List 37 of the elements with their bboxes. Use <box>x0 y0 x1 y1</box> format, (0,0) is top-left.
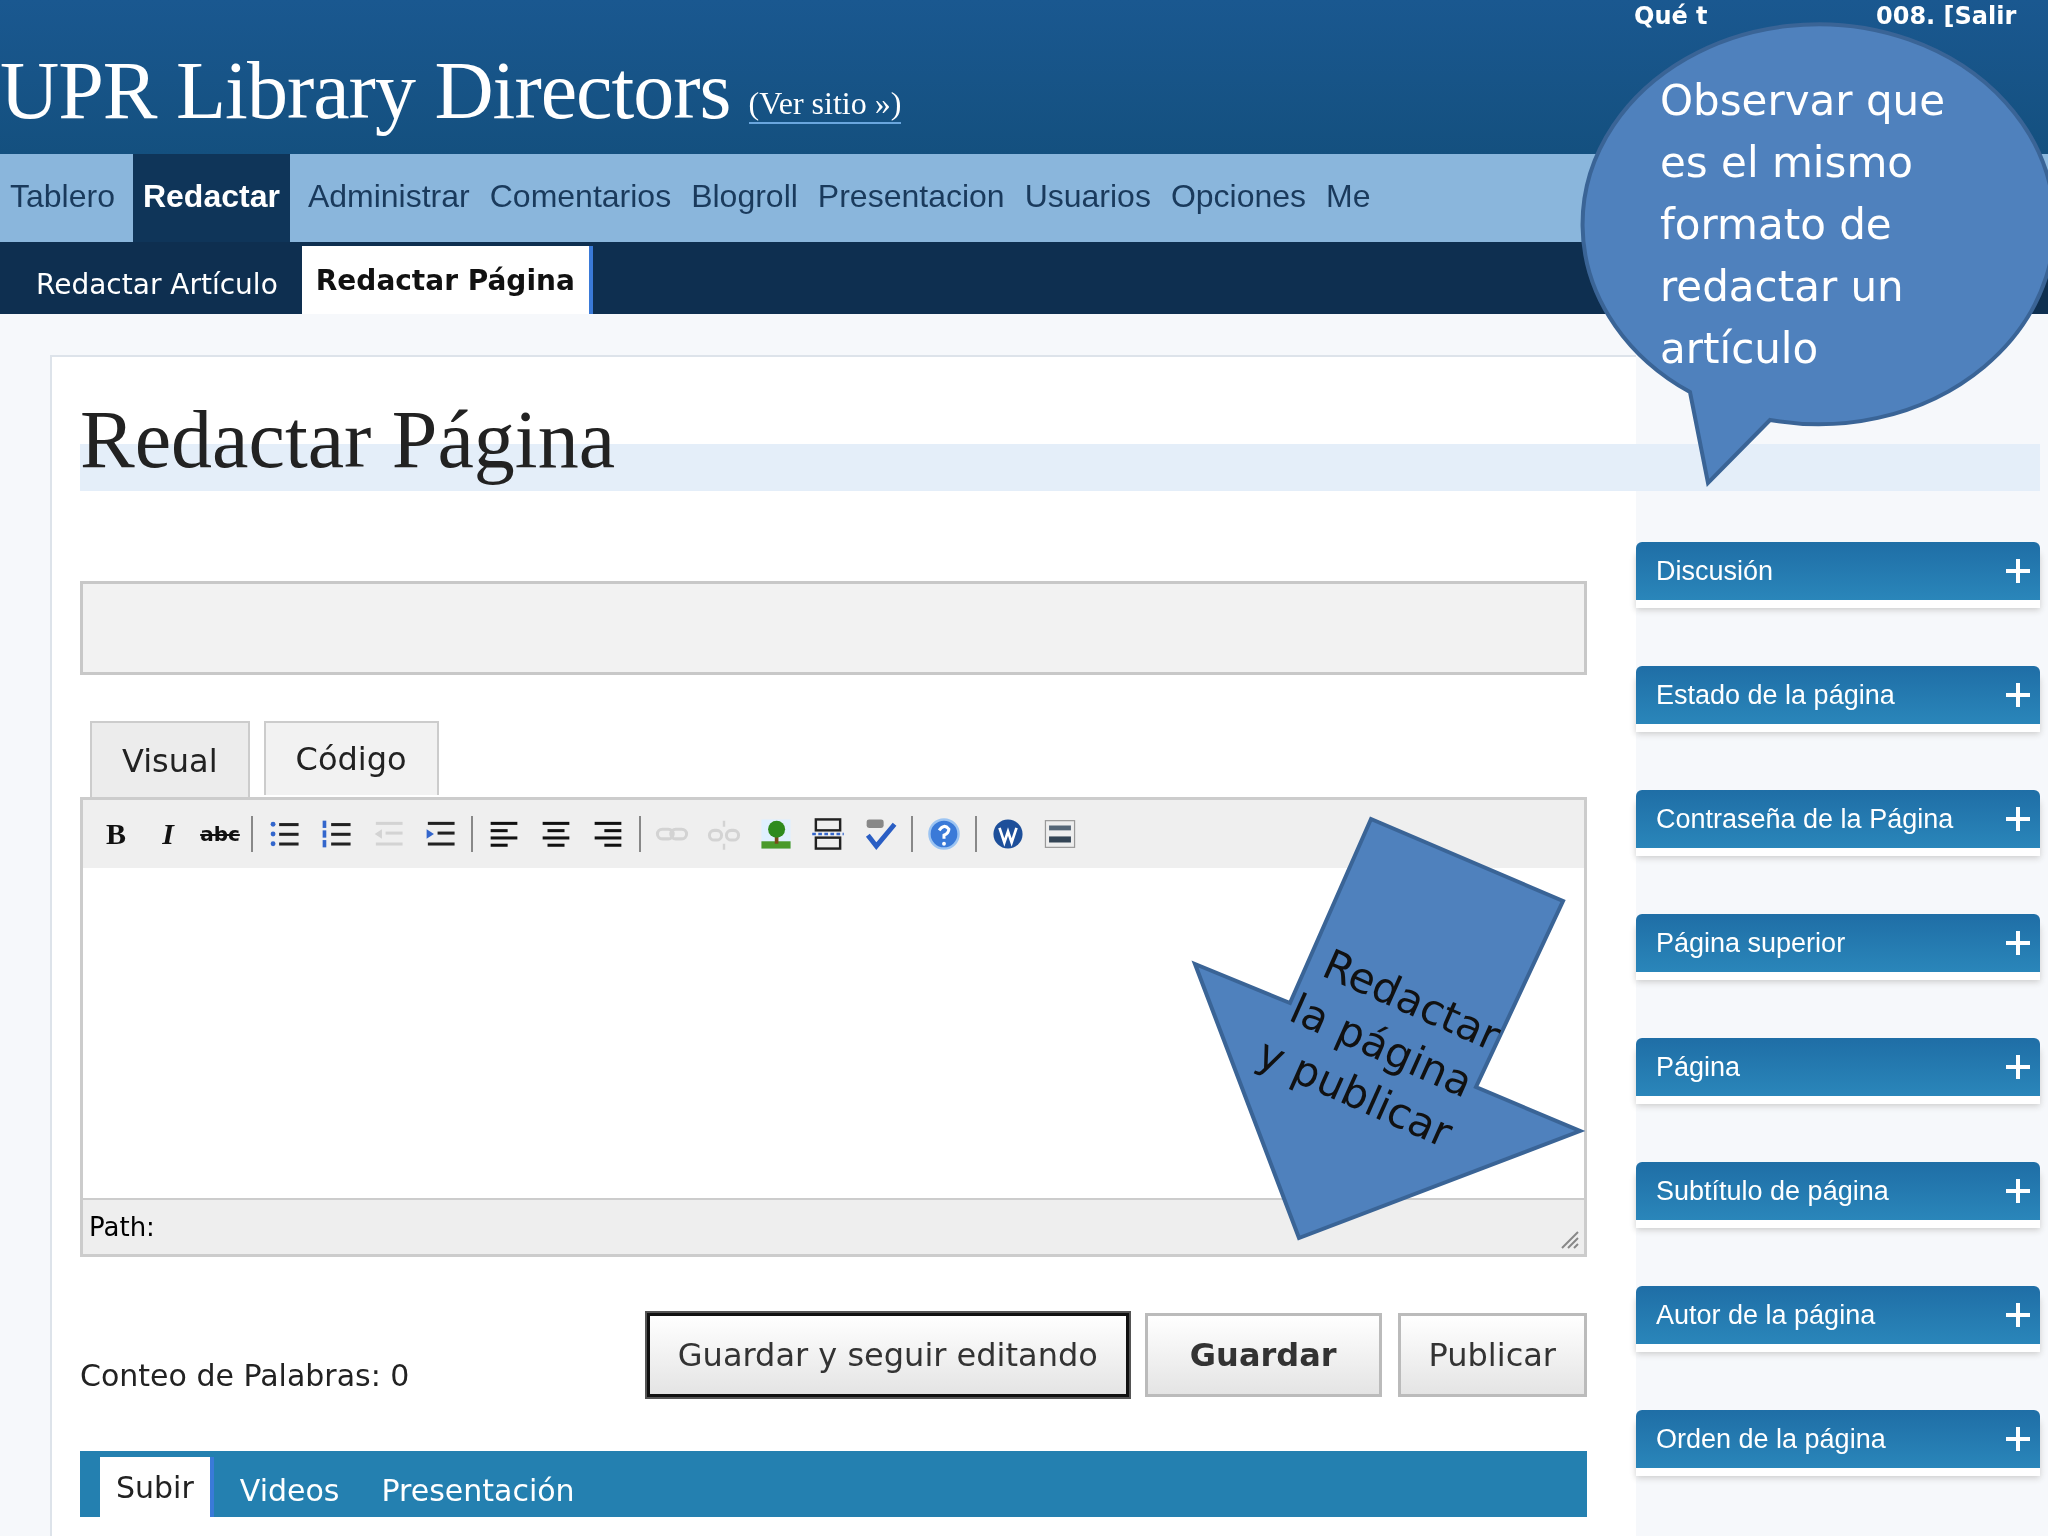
nav-tab[interactable]: Opciones <box>1160 154 1317 242</box>
subnav-tab[interactable]: Redactar Página <box>301 246 593 314</box>
title-input-field[interactable] <box>80 581 1587 675</box>
plus-icon[interactable] <box>2004 681 2032 709</box>
action-button[interactable]: Guardar y seguir editando <box>646 1313 1129 1397</box>
user-greeting: 008. [Salir <box>1876 2 2017 30</box>
plus-icon[interactable] <box>2004 1425 2032 1453</box>
nav-tab[interactable]: Tablero <box>0 154 125 242</box>
plus-icon[interactable] <box>2004 1053 2032 1081</box>
media-tab[interactable]: Presentación <box>365 1463 591 1517</box>
plus-icon[interactable] <box>2004 929 2032 957</box>
editor-tab[interactable]: Código <box>263 721 439 795</box>
action-button[interactable]: Publicar <box>1397 1313 1587 1397</box>
format-button[interactable]: I <box>147 813 189 855</box>
format-button[interactable]: B <box>95 813 137 855</box>
nav-tab[interactable]: Usuarios <box>1014 154 1161 242</box>
subnav-tab[interactable]: Redactar Artículo <box>22 254 292 314</box>
editor-tab[interactable]: Visual <box>90 721 250 799</box>
view-site-link[interactable]: (Ver sitio ») <box>748 85 902 124</box>
plus-icon[interactable] <box>2004 1301 2032 1329</box>
callout-text: Observar que es el mismo formato de redactar un artículo <box>1660 75 1947 375</box>
media-tab[interactable]: Videos <box>223 1463 356 1517</box>
word-count: Conteo de Palabras: 0 <box>80 1357 411 1393</box>
nav-tab[interactable]: Presentacion <box>807 154 1015 242</box>
media-tab[interactable]: Subir <box>100 1457 214 1517</box>
format-button[interactable]: abc <box>199 813 241 855</box>
nav-tab[interactable]: Comentarios <box>479 154 682 242</box>
plus-icon[interactable] <box>2004 1177 2032 1205</box>
plus-icon[interactable] <box>2004 557 2032 585</box>
plus-icon[interactable] <box>2004 805 2032 833</box>
user-greeting: Qué t <box>1634 2 1708 30</box>
path-label: Path: <box>89 1212 155 1242</box>
nav-tab[interactable]: Redactar <box>132 154 290 242</box>
nav-tab[interactable]: Administrar <box>297 154 480 242</box>
nav-tab[interactable]: Me <box>1316 154 1381 242</box>
action-button[interactable]: Guardar <box>1144 1313 1382 1397</box>
nav-tab[interactable]: Blogroll <box>681 154 808 242</box>
